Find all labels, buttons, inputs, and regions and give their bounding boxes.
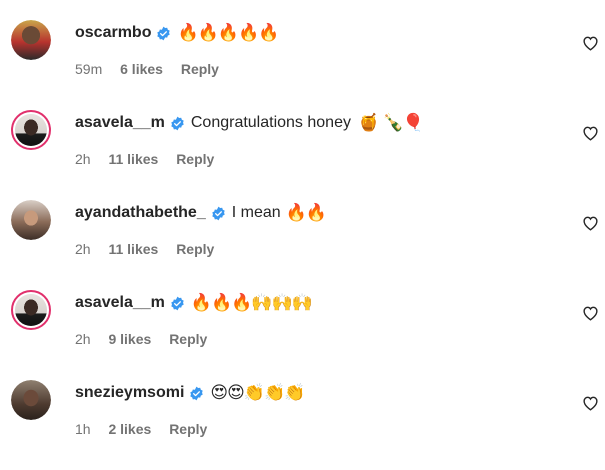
comment-item: snezieymsomi 😍😍👏👏👏 1h 2 likes Reply — [0, 380, 605, 470]
comment-item: oscarmbo 🔥🔥🔥🔥🔥 59m 6 likes Reply — [0, 20, 605, 110]
comment-item: asavela__m Congratulations honey 🍯 🍾🎈 2h… — [0, 110, 605, 200]
heart-outline-icon[interactable] — [582, 215, 599, 231]
comment-likes[interactable]: 11 likes — [108, 151, 158, 167]
heart-outline-icon[interactable] — [582, 35, 599, 51]
comment-text: Congratulations honey — [190, 114, 351, 131]
comment-time[interactable]: 2h — [75, 151, 91, 167]
comment-likes[interactable]: 6 likes — [120, 61, 163, 77]
avatar[interactable] — [11, 380, 51, 420]
comment-username[interactable]: asavela__m — [75, 294, 165, 312]
avatar[interactable] — [11, 110, 51, 150]
comment-meta: 2h 11 likes Reply — [75, 241, 228, 257]
comment-emoji: 🍯 🍾🎈 — [357, 113, 424, 133]
verified-badge-icon — [190, 386, 204, 400]
verified-badge-icon — [171, 296, 184, 310]
comment-meta: 59m 6 likes Reply — [75, 61, 233, 77]
comment-meta: 2h 9 likes Reply — [75, 331, 221, 347]
comment-likes[interactable]: 2 likes — [108, 421, 151, 437]
heart-outline-icon[interactable] — [582, 125, 599, 141]
comment-username[interactable]: asavela__m — [75, 114, 165, 132]
comment-time[interactable]: 1h — [75, 421, 91, 437]
avatar[interactable] — [11, 200, 51, 240]
heart-outline-icon[interactable] — [582, 395, 599, 411]
comment-emoji: 🔥🔥🔥🙌🙌🙌 — [190, 293, 313, 313]
avatar[interactable] — [11, 20, 51, 60]
comment-username[interactable]: oscarmbo — [75, 24, 151, 42]
verified-badge-icon — [171, 116, 184, 130]
comment-likes[interactable]: 9 likes — [108, 331, 151, 347]
comment-meta: 2h 11 likes Reply — [75, 151, 228, 167]
heart-outline-icon[interactable] — [582, 305, 599, 321]
comment-time[interactable]: 2h — [75, 241, 91, 257]
comment-username[interactable]: ayandathabethe_ — [75, 204, 206, 222]
reply-button[interactable]: Reply — [181, 61, 219, 77]
comment-time[interactable]: 2h — [75, 331, 91, 347]
comment-item: ayandathabethe_ I mean 🔥🔥 2h 11 likes Re… — [0, 200, 605, 290]
comment-time[interactable]: 59m — [75, 61, 102, 77]
verified-badge-icon — [157, 26, 171, 40]
comment-emoji: 🔥🔥 — [285, 203, 327, 223]
verified-badge-icon — [212, 206, 225, 220]
comment-meta: 1h 2 likes Reply — [75, 421, 221, 437]
comment-text: I mean — [231, 204, 281, 221]
avatar[interactable] — [11, 290, 51, 330]
reply-button[interactable]: Reply — [169, 421, 207, 437]
reply-button[interactable]: Reply — [169, 331, 207, 347]
comment-item: asavela__m 🔥🔥🔥🙌🙌🙌 2h 9 likes Reply — [0, 290, 605, 380]
comment-emoji: 🔥🔥🔥🔥🔥 — [177, 23, 279, 43]
comment-username[interactable]: snezieymsomi — [75, 384, 184, 402]
reply-button[interactable]: Reply — [176, 241, 214, 257]
comment-likes[interactable]: 11 likes — [108, 241, 158, 257]
comment-emoji: 😍😍👏👏👏 — [210, 383, 305, 403]
reply-button[interactable]: Reply — [176, 151, 214, 167]
